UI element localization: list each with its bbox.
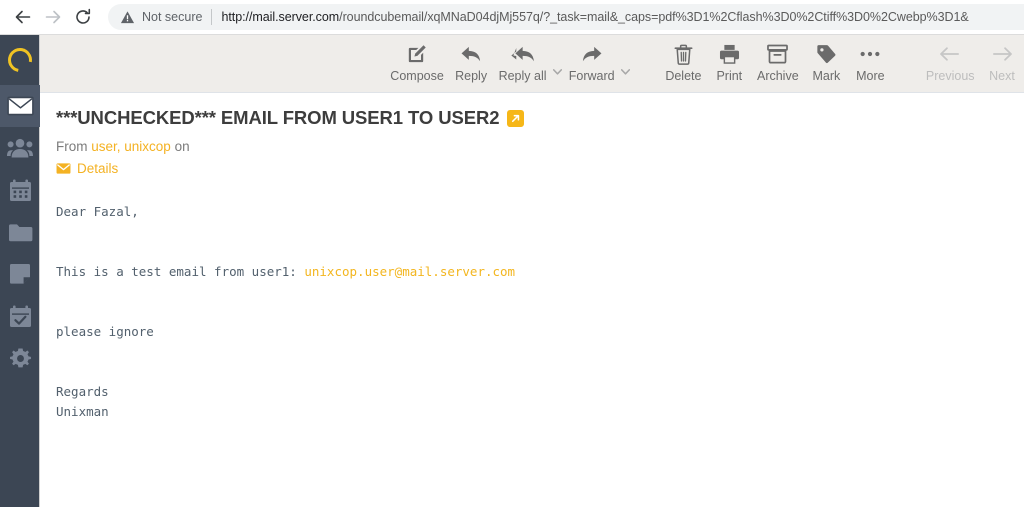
more-button-label: More	[856, 69, 885, 83]
reply-all-button-label: Reply all	[498, 69, 547, 83]
envelope-icon	[6, 96, 34, 116]
print-button-label: Print	[716, 69, 743, 83]
sidebar-item-files[interactable]	[0, 211, 40, 253]
next-message-button[interactable]: Next	[980, 35, 1024, 83]
mark-button[interactable]: Mark	[804, 35, 848, 83]
delete-button-label: Delete	[665, 69, 702, 83]
url-text: http://mail.server.com/roundcubemail/xqM…	[221, 10, 1024, 24]
message-subject: ***UNCHECKED*** EMAIL FROM USER1 TO USER…	[56, 107, 500, 128]
compose-button[interactable]: Compose	[385, 35, 449, 83]
archive-button[interactable]: Archive	[751, 35, 804, 83]
note-icon	[10, 264, 30, 284]
printer-icon	[719, 43, 740, 65]
next-message-label: Next	[989, 69, 1015, 83]
sidebar-item-settings[interactable]	[0, 337, 40, 379]
message-sender-link[interactable]: user, unixcop	[91, 139, 171, 154]
body-email-link[interactable]: unixcop.user@mail.server.com	[304, 264, 515, 279]
folder-icon	[8, 223, 32, 241]
tasks-checkbox-icon	[9, 305, 31, 327]
message-view: ***UNCHECKED*** EMAIL FROM USER1 TO USER…	[40, 93, 1024, 507]
warning-triangle-icon	[120, 10, 135, 23]
print-button[interactable]: Print	[707, 35, 751, 83]
more-button[interactable]: More	[848, 35, 892, 83]
message-body: Dear Fazal, This is a test email from us…	[56, 202, 1006, 422]
envelope-icon	[56, 163, 71, 174]
from-suffix-label: on	[174, 139, 190, 154]
forward-button-label: Forward	[568, 69, 615, 83]
message-from-line: From user, unixcop on	[56, 139, 1006, 154]
mail-toolbar: Compose Reply Reply all Forward Delete P…	[40, 35, 1024, 93]
reply-all-dropdown-toggle[interactable]	[552, 68, 563, 75]
reload-button[interactable]	[68, 2, 98, 32]
calendar-icon	[9, 179, 31, 201]
body-signature: Unixman	[56, 404, 109, 419]
forward-button[interactable]	[38, 2, 68, 32]
compose-button-label: Compose	[390, 69, 444, 83]
reply-button[interactable]: Reply	[449, 35, 493, 83]
forward-button[interactable]: Forward	[563, 35, 620, 83]
arrow-left-icon	[939, 43, 961, 65]
arrow-left-icon	[15, 10, 31, 24]
address-bar[interactable]: Not secure http://mail.server.com/roundc…	[108, 4, 1024, 30]
chevron-down-icon	[553, 68, 563, 75]
reply-button-label: Reply	[455, 69, 488, 83]
url-path: /roundcubemail/xqMNaD04djMj557q/?_task=m…	[339, 10, 969, 24]
from-prefix-label: From	[56, 139, 88, 154]
trash-icon	[674, 43, 693, 65]
arrow-right-icon	[991, 43, 1013, 65]
body-signoff: Regards	[56, 384, 109, 399]
message-details-toggle[interactable]: Details	[56, 161, 1006, 176]
compose-pencil-icon	[407, 43, 427, 65]
sidebar-item-notes[interactable]	[0, 253, 40, 295]
reload-icon	[76, 8, 91, 24]
url-host: http://mail.server.com	[221, 10, 340, 24]
sidebar-item-calendar[interactable]	[0, 169, 40, 211]
tag-icon	[816, 43, 837, 65]
open-in-new-window-button[interactable]	[507, 109, 525, 127]
body-note: please ignore	[56, 324, 154, 339]
sidebar-item-contacts[interactable]	[0, 127, 40, 169]
omnibox-divider	[211, 9, 213, 25]
browser-chrome: Not secure http://mail.server.com/roundc…	[0, 0, 1024, 35]
app-sidebar	[0, 35, 40, 507]
body-line-prefix: This is a test email from user1:	[56, 264, 305, 279]
reply-arrow-icon	[460, 43, 482, 65]
message-subject-row: ***UNCHECKED*** EMAIL FROM USER1 TO USER…	[56, 107, 1006, 129]
previous-message-label: Previous	[925, 69, 975, 83]
forward-dropdown-toggle[interactable]	[620, 68, 631, 75]
gear-icon	[9, 348, 31, 367]
body-greeting: Dear Fazal,	[56, 204, 139, 219]
archive-box-icon	[767, 43, 789, 65]
arrow-right-icon	[45, 10, 61, 24]
message-details-label: Details	[77, 161, 119, 176]
chevron-down-icon	[621, 68, 631, 75]
security-status-label: Not secure	[142, 10, 203, 24]
reply-all-button[interactable]: Reply all	[493, 35, 552, 83]
previous-message-button[interactable]: Previous	[920, 35, 980, 83]
forward-arrow-icon	[581, 43, 603, 65]
sidebar-item-tasks[interactable]	[0, 295, 40, 337]
back-button[interactable]	[8, 2, 38, 32]
ellipsis-icon	[859, 43, 881, 65]
roundcube-logo-icon	[3, 43, 37, 77]
mark-button-label: Mark	[812, 69, 841, 83]
roundcube-logo[interactable]	[0, 35, 40, 85]
reply-all-arrow-icon	[510, 43, 536, 65]
people-icon	[7, 138, 33, 158]
archive-button-label: Archive	[756, 69, 799, 83]
delete-button[interactable]: Delete	[659, 35, 707, 83]
browser-window: Not secure http://mail.server.com/roundc…	[0, 0, 1024, 507]
open-in-new-window-icon	[512, 114, 520, 122]
sidebar-item-mail[interactable]	[0, 85, 40, 127]
